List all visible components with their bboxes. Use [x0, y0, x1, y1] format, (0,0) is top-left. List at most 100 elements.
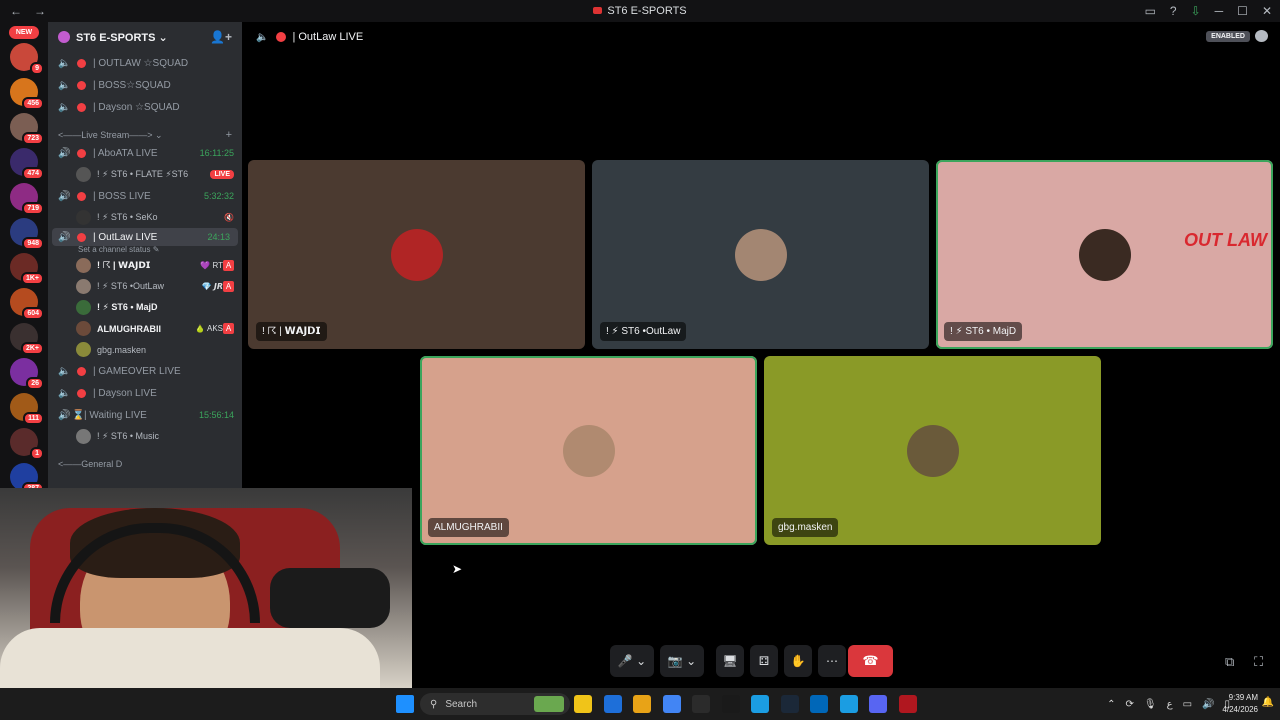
speaker-icon: 🔈 — [58, 387, 71, 399]
volume-icon[interactable]: 🔊 — [1202, 699, 1214, 710]
record-dot-icon — [77, 388, 86, 398]
maximize-button[interactable]: ☐ — [1237, 4, 1248, 18]
windows-start-icon[interactable] — [396, 695, 414, 713]
chat-bubble-icon[interactable] — [1255, 30, 1268, 42]
user-tag: 💜 RT — [200, 261, 223, 270]
server-icon[interactable]: 474 — [10, 148, 44, 180]
taskbar-app-icon[interactable] — [839, 695, 858, 713]
avatar — [390, 228, 443, 281]
server-icon[interactable]: 2K+ — [10, 323, 44, 355]
participant-tile[interactable]: OUT LAW ! ⚡ ST6 • MajD — [936, 160, 1273, 349]
voice-user[interactable]: ! ⚡ ST6 • FLATE ⚡ST6 LIVE — [48, 164, 242, 185]
channel-outlaw-squad[interactable]: 🔈 | OUTLAW ☆SQUAD — [48, 52, 242, 74]
server-header[interactable]: ST6 E-SPORTS ⌄ 👤+ — [48, 22, 242, 52]
language-icon[interactable]: ع — [1167, 699, 1173, 710]
user-name: ! ⚡ ST6 • MajD — [97, 302, 158, 312]
taskbar-app-icon[interactable] — [721, 695, 740, 713]
more-options-button[interactable]: ⋯ — [818, 645, 846, 677]
taskbar-search[interactable]: ⚲ Search — [420, 693, 570, 715]
server-icon[interactable]: 1K+ — [10, 253, 44, 285]
channel-timer: 24:13 — [207, 232, 230, 242]
avatar — [1078, 228, 1131, 281]
speaker-icon: 🔈 — [58, 365, 71, 377]
channel-timer: 15:56:14 — [198, 410, 234, 420]
notification-bell-icon[interactable]: 🔔 — [1262, 697, 1274, 708]
activity-icon: A — [223, 323, 234, 334]
taskbar-app-icon[interactable] — [662, 695, 681, 713]
speaker-icon: 🔊 — [58, 190, 71, 202]
server-icon[interactable]: 1 — [10, 428, 44, 460]
channel-waiting-live[interactable]: 🔊 ⌛ | Waiting LIVE 15:56:14 — [48, 404, 242, 426]
add-user-icon[interactable]: 👤+ — [210, 30, 232, 44]
taskbar-app-icon[interactable] — [751, 695, 769, 713]
record-dot-icon — [77, 102, 86, 112]
channel-boss-live[interactable]: 🔊 | BOSS LIVE 5:32:32 — [48, 185, 242, 207]
taskbar-app-icon[interactable] — [869, 695, 887, 713]
channel-outlaw-live[interactable]: 🔊 | OutLaw LIVE 24:13 — [52, 228, 238, 246]
speaker-icon: 🔈 — [256, 31, 269, 43]
clock[interactable]: 9:39 AM 4/24/2026 — [1222, 692, 1258, 716]
channel-status-hint[interactable]: Set a channel status ✎ — [48, 245, 242, 255]
category-general[interactable]: <——General D — [48, 447, 242, 471]
download-icon[interactable]: ⇩ — [1191, 4, 1201, 18]
sync-icon[interactable]: ⟳ — [1126, 699, 1134, 710]
taskbar-app-icon[interactable] — [780, 695, 799, 713]
taskbar-app-icon[interactable] — [810, 695, 828, 713]
server-icon[interactable]: 287 — [10, 463, 44, 495]
back-arrow-icon[interactable]: ← — [10, 4, 22, 18]
voice-user[interactable]: ! ☈ | 𝗪𝗔𝗝𝗗𝗜 💜 RT A — [48, 255, 242, 276]
channel-aboata-live[interactable]: 🔊 | AboATA LIVE 16:11:25 — [48, 142, 242, 164]
server-icon[interactable]: 26 — [10, 358, 44, 390]
speaker-icon: 🔈 — [58, 57, 71, 69]
taskbar-app-icon[interactable] — [692, 695, 710, 713]
add-channel-icon[interactable]: + — [226, 129, 232, 141]
disconnect-button[interactable]: ☎ — [848, 645, 893, 677]
taskbar-app-icon[interactable] — [898, 695, 917, 713]
voice-user[interactable]: ! ⚡ ST6 • Music — [48, 426, 242, 447]
participant-tile[interactable]: gbg.masken — [764, 356, 1101, 545]
taskbar-app-icon[interactable] — [574, 695, 592, 713]
participant-tile[interactable]: ! ⚡ ST6 •OutLaw — [592, 160, 929, 349]
voice-user[interactable]: gbg.masken — [48, 339, 242, 360]
screen-share-button[interactable]: 🖥 — [716, 645, 744, 677]
soundboard-button[interactable]: ✋ — [784, 645, 812, 677]
channel-dayson-live[interactable]: 🔈 | Dayson LIVE — [48, 382, 242, 404]
close-button[interactable]: ✕ — [1262, 4, 1272, 18]
voice-user[interactable]: ! ⚡ ST6 •OutLaw 💎 𝙅𝙍 A — [48, 276, 242, 297]
mention-badge: 474 — [22, 167, 44, 180]
server-icon[interactable]: 948 — [10, 218, 44, 250]
server-icon[interactable]: 719 — [10, 183, 44, 215]
server-icon[interactable]: 723 — [10, 113, 44, 145]
screen-share-icon[interactable]: ▭ — [1145, 4, 1156, 18]
avatar — [562, 424, 615, 477]
fullscreen-icon[interactable]: ⛶ — [1254, 654, 1263, 670]
minimize-button[interactable]: ─ — [1215, 4, 1224, 18]
mic-tray-icon[interactable]: 🎙 — [1144, 699, 1157, 710]
chevron-up-icon[interactable]: ⌃ — [1107, 699, 1115, 710]
taskbar-app-icon[interactable] — [603, 695, 622, 713]
taskbar-app-icon[interactable] — [633, 695, 651, 713]
server-icon[interactable]: 111 — [10, 393, 44, 425]
activities-button[interactable]: ⚃ — [750, 645, 778, 677]
server-icon[interactable]: 604 — [10, 288, 44, 320]
forward-arrow-icon[interactable]: → — [34, 4, 46, 18]
channel-dayson-squad[interactable]: 🔈 | Dayson ☆SQUAD — [48, 96, 242, 118]
channel-boss-squad[interactable]: 🔈 | BOSS☆SQUAD — [48, 74, 242, 96]
help-icon[interactable]: ? — [1170, 4, 1177, 18]
voice-user[interactable]: ALMUGHRABII 🍐 AKS A — [48, 318, 242, 339]
mic-toggle-button[interactable]: 🎤 ⌄ — [610, 645, 654, 677]
category-live-stream[interactable]: <——Live Stream——> ⌄ + — [48, 118, 242, 142]
voice-user[interactable]: ! ⚡ ST6 • MajD — [48, 297, 242, 318]
participant-tile[interactable]: ! ☈ | 𝗪𝗔𝗝𝗗𝗜 — [248, 160, 585, 349]
participant-tile[interactable]: ALMUGHRABII — [420, 356, 757, 545]
camera-toggle-button[interactable]: 📷 ⌄ — [660, 645, 704, 677]
server-icon[interactable]: 9 — [10, 43, 44, 75]
server-icon[interactable]: 456 — [10, 78, 44, 110]
popout-icon[interactable]: ⧉ — [1225, 654, 1234, 670]
enabled-badge[interactable]: ENABLED — [1206, 31, 1250, 42]
channel-gameover-live[interactable]: 🔈 | GAMEOVER LIVE — [48, 360, 242, 382]
network-icon[interactable]: ▭ — [1183, 699, 1192, 710]
speaker-icon: 🔊 — [58, 147, 71, 159]
voice-user[interactable]: ! ⚡ ST6 • SeKo 🔇 — [48, 207, 242, 228]
user-tag: 💎 𝙅𝙍 — [201, 282, 223, 291]
